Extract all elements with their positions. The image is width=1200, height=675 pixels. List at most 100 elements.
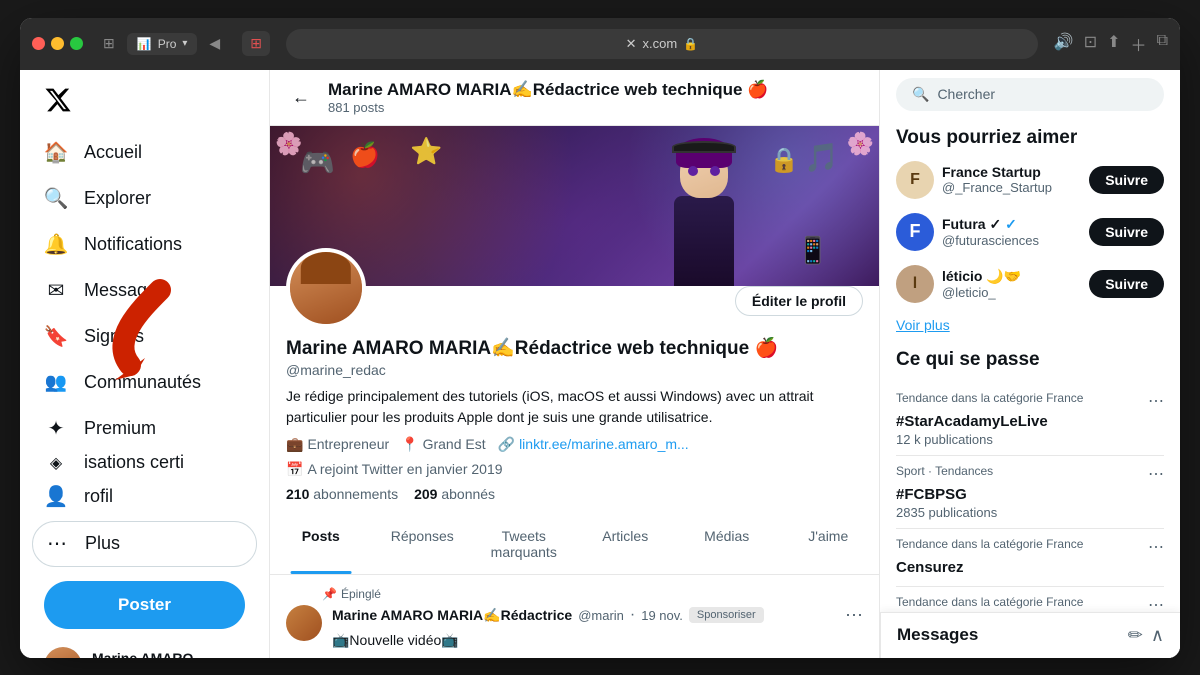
trend-censurez[interactable]: Tendance dans la catégorie France ⋯ Cens… [896, 529, 1164, 587]
trend-more-fcbpsg[interactable]: ⋯ [1148, 464, 1164, 484]
bell-icon: 🔔 [44, 233, 68, 257]
windows-icon[interactable]: ⧉ [1157, 32, 1168, 56]
tab-reponses[interactable]: Réponses [372, 514, 474, 574]
collapse-messages-icon[interactable]: ∧ [1151, 625, 1164, 646]
sidebar-item-messages[interactable]: ✉ Messages [32, 269, 257, 313]
pinned-label: 📌 Épinglé [286, 587, 863, 601]
trend-star-acadamy[interactable]: Tendance dans la catégorie France ⋯ #Sta… [896, 383, 1164, 456]
suggestion-info-futura: Futura ✓ ✓ @futurasciences [942, 216, 1081, 248]
sidebar-user-avatar [44, 647, 82, 658]
compose-message-icon[interactable]: ✏ [1128, 625, 1143, 646]
post-button[interactable]: Poster [44, 581, 245, 629]
new-tab-icon[interactable]: ＋ [1131, 32, 1147, 56]
sidebar-item-premium[interactable]: ✦ Premium [32, 407, 257, 451]
address-bar[interactable]: ✕ x.com 🔒 [286, 29, 1038, 59]
x-favicon: ✕ [626, 36, 637, 52]
right-sidebar: 🔍 Chercher Vous pourriez aimer F France … [880, 70, 1180, 658]
location-icon: 📍 [401, 436, 418, 453]
pro-tab[interactable]: 📊 Pro ▾ [127, 33, 198, 55]
follow-button-futura[interactable]: Suivre [1089, 218, 1164, 246]
sidebar-item-notifications[interactable]: 🔔 Notifications [32, 223, 257, 267]
tab-label: Pro [158, 37, 177, 51]
profile-bio: Je rédige principalement des tutoriels (… [286, 386, 863, 428]
post-header: Marine AMARO MARIA✍️Rédactrice @marin · … [332, 605, 863, 626]
sponsor-badge[interactable]: Sponsoriser [689, 607, 764, 623]
meta-location: 📍 Grand Est [401, 436, 485, 453]
sidebar-item-organisations[interactable]: ◈ isations certi [32, 453, 257, 473]
trending-title: Ce qui se passe [896, 349, 1164, 371]
maximize-button[interactable] [70, 37, 83, 50]
banner-icon-3: ⭐ [410, 136, 442, 167]
sidebar-item-label-profil: rofil [84, 486, 113, 507]
url-text: x.com [643, 36, 678, 51]
suggestion-avatar-futura: F [896, 213, 934, 251]
sidebar-item-label-notifications: Notifications [84, 234, 182, 255]
close-button[interactable] [32, 37, 45, 50]
trending-section: Ce qui se passe Tendance dans la catégor… [896, 349, 1164, 645]
premium-icon: ✦ [44, 417, 68, 441]
sidebar-item-explorer[interactable]: 🔍 Explorer [32, 177, 257, 221]
browser-chrome: ⊞ 📊 Pro ▾ ◀ ⊞ ✕ x.com 🔒 🔊 ⊡ ⬆ ＋ ⧉ [20, 18, 1180, 70]
edit-profile-button[interactable]: Éditer le profil [735, 286, 863, 316]
sidebar-item-communautes[interactable]: 👥 Communautés [32, 361, 257, 405]
back-button[interactable]: ← [286, 81, 316, 114]
trend-meta-censurez: Tendance dans la catégorie France ⋯ [896, 537, 1164, 557]
sidebar-item-profil[interactable]: 👤 rofil [32, 475, 257, 519]
sidebar-item-label-messages: Messages [84, 280, 166, 301]
x-logo[interactable] [32, 78, 257, 127]
post-author-handle: @marin [578, 608, 624, 623]
suggestion-avatar-leticio: l [896, 265, 934, 303]
mail-icon: ✉ [44, 279, 68, 303]
volume-icon[interactable]: 🔊 [1054, 32, 1074, 56]
suggestions-title: Vous pourriez aimer [896, 127, 1164, 149]
minimize-button[interactable] [51, 37, 64, 50]
sidebar: 🏠 Accueil 🔍 Explorer 🔔 Notifications ✉ M… [20, 70, 270, 658]
followers-stat[interactable]: 209 abonnés [414, 486, 495, 502]
tab-articles[interactable]: Articles [575, 514, 677, 574]
org-icon: ◈ [44, 453, 68, 473]
download-icon[interactable]: ⬆ [1107, 32, 1120, 56]
suggestion-france-startup: F France Startup @_France_Startup Suivre [896, 161, 1164, 199]
sidebar-toggle-icon[interactable]: ⊞ [97, 31, 121, 56]
tab-tweets[interactable]: Tweets marquants [473, 514, 575, 574]
suggestion-info-france-startup: France Startup @_France_Startup [942, 164, 1081, 195]
tab-posts[interactable]: Posts [270, 514, 372, 574]
voir-plus-link[interactable]: Voir plus [896, 317, 1164, 333]
sidebar-item-accueil[interactable]: 🏠 Accueil [32, 131, 257, 175]
post-text-line2: Certaines de vos applications ont du con… [332, 655, 863, 658]
follow-button-france-startup[interactable]: Suivre [1089, 166, 1164, 194]
search-bar[interactable]: 🔍 Chercher [896, 78, 1164, 111]
meta-link[interactable]: 🔗 linktr.ee/marine.amaro_m... [498, 436, 689, 453]
trend-more-censurez[interactable]: ⋯ [1148, 537, 1164, 557]
sidebar-item-plus[interactable]: ⋯ Plus [32, 521, 257, 567]
airplay-icon[interactable]: ⊡ [1084, 32, 1097, 56]
tab-jaime[interactable]: J'aime [778, 514, 880, 574]
profile-header-name: Marine AMARO MARIA✍️Rédactrice web techn… [328, 80, 768, 100]
suggestions-section: Vous pourriez aimer F France Startup @_F… [896, 127, 1164, 333]
suggestion-name-futura: Futura ✓ ✓ [942, 216, 1081, 233]
bookmark-icon: 🔖 [44, 325, 68, 349]
follow-button-leticio[interactable]: Suivre [1089, 270, 1164, 298]
grid-icon: ⊞ [250, 35, 262, 52]
group-icon: 👥 [44, 371, 68, 395]
pin-icon: 📌 [322, 587, 337, 601]
sidebar-user[interactable]: Marine AMARO MARI @marine_redac ⋯ [32, 637, 257, 658]
suggestion-handle-france-startup: @_France_Startup [942, 180, 1081, 195]
sidebar-item-signets[interactable]: 🔖 Signets [32, 315, 257, 359]
trend-meta-fcbpsg: Sport · Tendances ⋯ [896, 464, 1164, 484]
profile-info-section: Éditer le profil Marine AMARO MARIA✍️Réd… [270, 286, 879, 502]
trend-more-star-acadamy[interactable]: ⋯ [1148, 391, 1164, 411]
trend-fcbpsg[interactable]: Sport · Tendances ⋯ #FCBPSG 2835 publica… [896, 456, 1164, 529]
messages-panel-title: Messages [897, 625, 978, 645]
following-stat[interactable]: 210 abonnements [286, 486, 398, 502]
profile-avatar [286, 248, 366, 328]
back-icon[interactable]: ◀ [203, 31, 226, 56]
profile-meta-2: 📅 A rejoint Twitter en janvier 2019 [286, 461, 863, 478]
profile-header: ← Marine AMARO MARIA✍️Rédactrice web tec… [270, 70, 879, 126]
sidebar-item-label-explorer: Explorer [84, 188, 151, 209]
trend-tag-fcbpsg: #FCBPSG [896, 486, 1164, 503]
chart-icon: 📊 [137, 37, 152, 51]
more-dots-icon: ⋯ [45, 532, 69, 556]
post-more-button[interactable]: ⋯ [845, 605, 863, 626]
tab-medias[interactable]: Médias [676, 514, 778, 574]
